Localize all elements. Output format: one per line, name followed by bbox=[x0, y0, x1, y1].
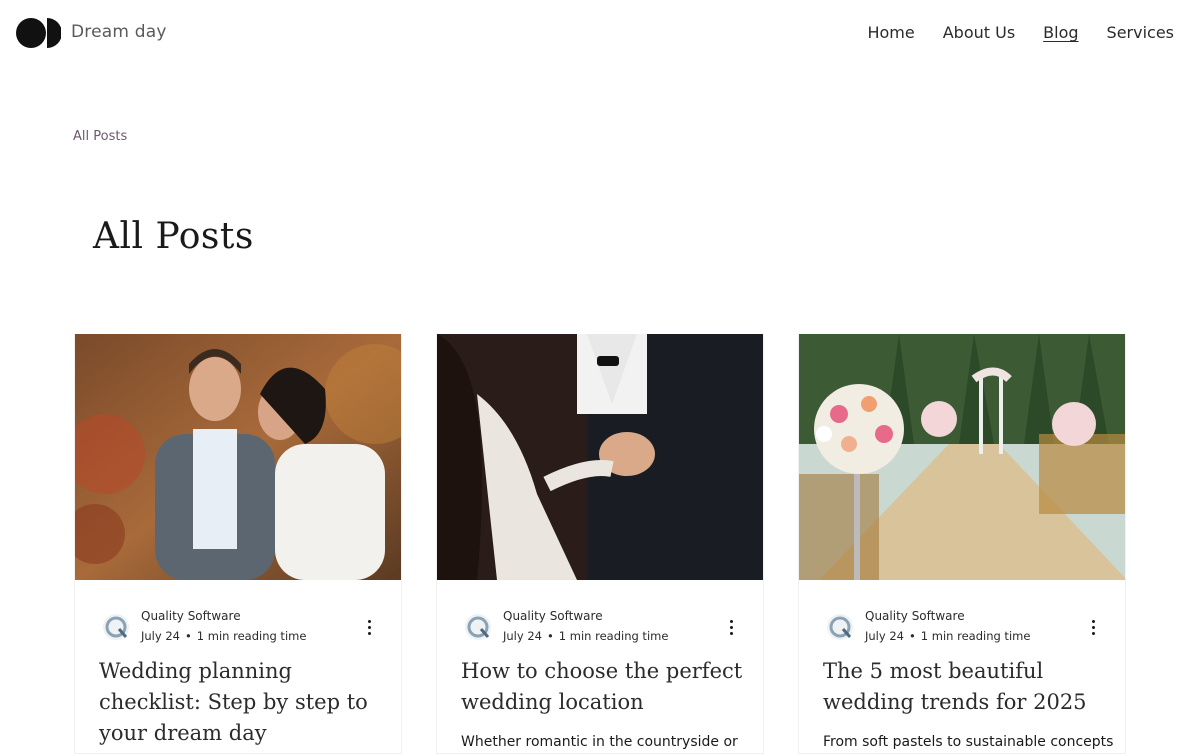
logo-icon[interactable] bbox=[16, 18, 61, 48]
page-title: All Posts bbox=[93, 216, 254, 257]
post-title[interactable]: Wedding planning checklist: Step by step… bbox=[99, 656, 389, 749]
author-name[interactable]: Quality Software bbox=[141, 609, 241, 623]
post-list: Quality Software July 24 • 1 min reading t… bbox=[74, 334, 1126, 754]
site-header: Dream day Home About Us Blog Services bbox=[0, 0, 1200, 68]
post-date-reading: July 24 • 1 min reading time bbox=[503, 629, 668, 643]
reading-time: 1 min reading time bbox=[920, 629, 1031, 643]
post-meta: Quality Software July 24 • 1 min reading t… bbox=[99, 608, 389, 648]
post-excerpt: Whether romantic in the countryside or bbox=[461, 734, 738, 750]
post-date: July 24 bbox=[865, 629, 904, 643]
post-excerpt: From soft pastels to sustainable concept… bbox=[823, 734, 1113, 750]
nav-blog[interactable]: Blog bbox=[1043, 23, 1078, 42]
author-name[interactable]: Quality Software bbox=[503, 609, 603, 623]
author-avatar-icon[interactable] bbox=[102, 613, 130, 641]
meta-separator: • bbox=[184, 629, 192, 643]
reading-time: 1 min reading time bbox=[196, 629, 307, 643]
nav-about-us[interactable]: About Us bbox=[943, 23, 1015, 42]
author-name[interactable]: Quality Software bbox=[865, 609, 965, 623]
post-card[interactable]: Quality Software July 24 • 1 min reading t… bbox=[798, 334, 1126, 754]
meta-separator: • bbox=[546, 629, 554, 643]
post-image-couple-portrait[interactable] bbox=[75, 334, 401, 580]
brand-name[interactable]: Dream day bbox=[71, 22, 167, 42]
post-title[interactable]: How to choose the perfect wedding locati… bbox=[461, 656, 751, 718]
breadcrumb[interactable]: All Posts bbox=[73, 129, 127, 144]
post-image-couple-dancing[interactable] bbox=[437, 334, 763, 580]
author-avatar-icon[interactable] bbox=[464, 613, 492, 641]
post-card[interactable]: Quality Software July 24 • 1 min reading t… bbox=[436, 334, 764, 754]
post-title[interactable]: The 5 most beautiful wedding trends for … bbox=[823, 656, 1113, 718]
nav-home[interactable]: Home bbox=[867, 23, 914, 42]
post-date: July 24 bbox=[141, 629, 180, 643]
more-options-icon[interactable] bbox=[1085, 616, 1101, 638]
post-image-outdoor-ceremony[interactable] bbox=[799, 334, 1125, 580]
post-card[interactable]: Quality Software July 24 • 1 min reading t… bbox=[74, 334, 402, 754]
post-meta: Quality Software July 24 • 1 min reading t… bbox=[461, 608, 751, 648]
post-date-reading: July 24 • 1 min reading time bbox=[141, 629, 306, 643]
more-options-icon[interactable] bbox=[361, 616, 377, 638]
nav-services[interactable]: Services bbox=[1107, 23, 1174, 42]
main-nav: Home About Us Blog Services bbox=[867, 23, 1174, 42]
post-date: July 24 bbox=[503, 629, 542, 643]
reading-time: 1 min reading time bbox=[558, 629, 669, 643]
post-date-reading: July 24 • 1 min reading time bbox=[865, 629, 1030, 643]
post-meta: Quality Software July 24 • 1 min reading t… bbox=[823, 608, 1113, 648]
meta-separator: • bbox=[908, 629, 916, 643]
author-avatar-icon[interactable] bbox=[826, 613, 854, 641]
more-options-icon[interactable] bbox=[723, 616, 739, 638]
